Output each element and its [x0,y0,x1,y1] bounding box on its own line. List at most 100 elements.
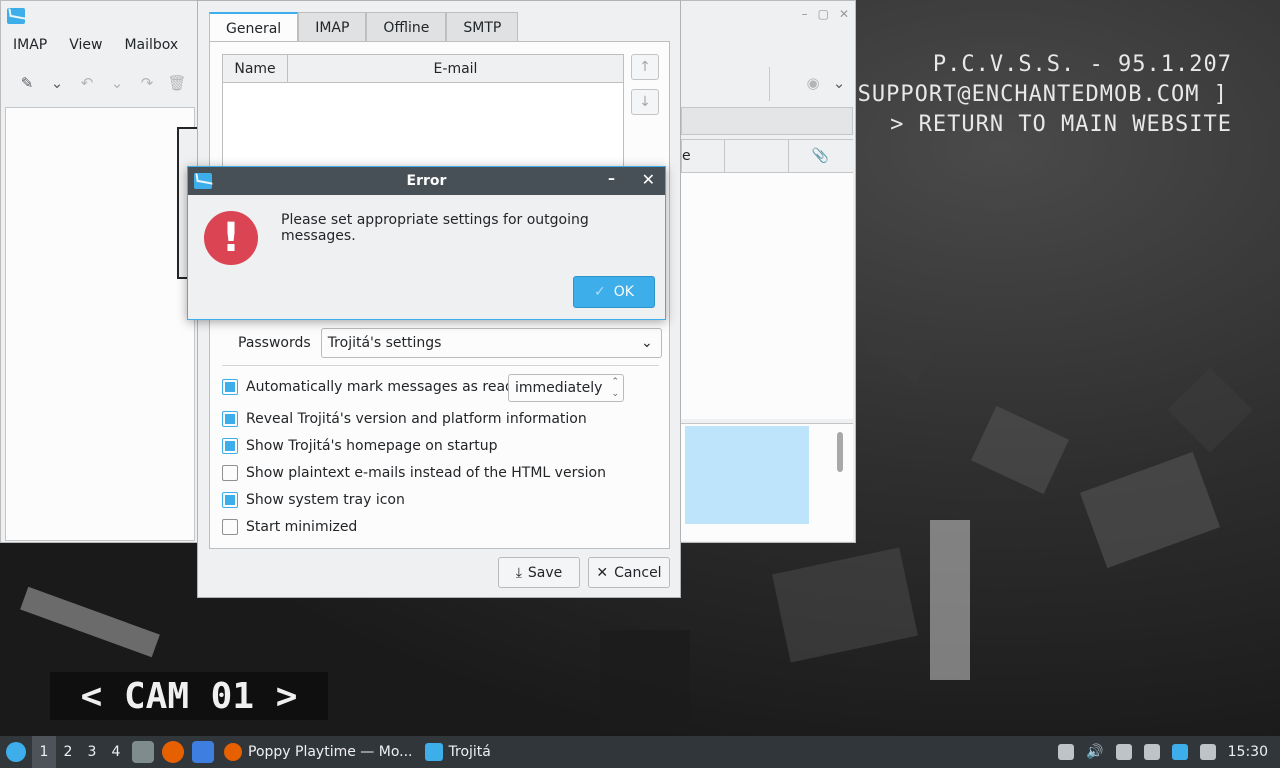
start-menu-button[interactable] [0,736,32,768]
option-label: Start minimized [246,519,358,535]
task-firefox[interactable]: Poppy Playtime — Mo... [218,736,419,768]
checkbox-plaintext[interactable] [222,465,238,481]
desktop-switch-3[interactable]: 3 [80,736,104,768]
folder-pane[interactable] [5,107,195,541]
option-start-minimized[interactable]: Start minimized [222,519,357,535]
error-title: Error [406,173,447,189]
error-icon: ! [204,211,258,265]
menu-mailbox[interactable]: Mailbox [124,37,178,53]
option-label: Automatically mark messages as read [246,379,514,395]
message-preview[interactable] [681,423,853,541]
tab-imap[interactable]: IMAP [298,12,367,42]
identities-table[interactable]: Name E-mail [222,54,624,174]
wallpaper-shape [600,630,690,730]
mail-tray-icon[interactable] [1199,744,1216,760]
tab-offline[interactable]: Offline [366,12,447,42]
attachment-icon[interactable]: 📎 [788,139,852,173]
maximize-icon[interactable]: ▢ [818,7,829,21]
desktop-switch-4[interactable]: 4 [104,736,128,768]
checkmark-icon: ✓ [594,284,606,300]
option-mark-read[interactable]: Automatically mark messages as read [222,379,514,395]
menu-imap[interactable]: IMAP [13,37,47,53]
spinbox-arrows[interactable]: ⌃ ⌄ [611,376,619,400]
minimize-icon[interactable]: – [608,171,615,187]
menu-view[interactable]: View [69,37,102,53]
preview-scrollbar[interactable] [837,432,843,472]
updates-icon[interactable] [1171,744,1188,760]
cancel-button[interactable]: ✕ Cancel [588,557,670,588]
close-icon[interactable]: ✕ [839,7,849,21]
checkbox-tray-icon[interactable] [222,492,238,508]
clock[interactable]: 15:30 [1228,744,1268,760]
show-desktop-icon[interactable] [192,741,214,763]
arrow-down-icon: ↓ [639,94,651,110]
trojita-app-icon [424,743,443,761]
column-header-partial[interactable]: e [682,148,724,164]
option-label: Reveal Trojitá's version and platform in… [246,411,587,427]
notes-icon[interactable] [1115,744,1132,760]
column-header-email[interactable]: E-mail [288,55,623,82]
chevron-down-icon[interactable]: ⌄ [827,71,851,95]
passwords-select[interactable]: Trojitá's settings ⌄ [320,328,662,358]
desktop-switch-2[interactable]: 2 [56,736,80,768]
close-icon: ✕ [596,564,609,581]
ok-label: OK [613,284,634,300]
passwords-select-value: Trojitá's settings [327,335,442,351]
save-button[interactable]: ⤓ Save [498,557,580,588]
network-icon[interactable]: ◉ [801,71,825,95]
task-label: Poppy Playtime — Mo... [248,744,413,760]
file-manager-icon[interactable] [132,741,154,763]
close-icon[interactable]: ✕ [642,170,655,189]
wallpaper-shape [1167,367,1253,453]
arrow-up-icon: ↑ [639,59,651,75]
checkbox-show-homepage[interactable] [222,438,238,454]
ok-button[interactable]: ✓ OK [573,276,655,308]
passwords-label: Passwords [238,335,311,351]
divider [222,365,659,366]
reply-icon[interactable]: ↶ [75,71,99,95]
option-label: Show system tray icon [246,492,405,508]
message-search-bar[interactable] [681,107,853,135]
option-label: Show Trojitá's homepage on startup [246,438,498,454]
forward-icon[interactable]: ↷ [135,71,159,95]
option-reveal-version[interactable]: Reveal Trojitá's version and platform in… [222,411,587,427]
wallpaper-shape [20,586,160,658]
wallpaper-shape [1079,451,1221,569]
volume-icon[interactable]: 🔊 [1086,744,1103,760]
option-plaintext[interactable]: Show plaintext e-mails instead of the HT… [222,465,606,481]
network-icon[interactable] [1143,744,1160,760]
checkbox-start-minimized[interactable] [222,519,238,535]
minimize-icon[interactable]: – [802,7,808,21]
desktop-switch-1[interactable]: 1 [32,736,56,768]
trojita-app-icon [194,173,212,189]
tab-general[interactable]: General [209,12,299,43]
system-tray: 🔊 15:30 [1058,736,1280,768]
column-header-name[interactable]: Name [223,55,288,82]
option-tray-icon[interactable]: Show system tray icon [222,492,405,508]
save-label: Save [527,564,563,581]
cctv-overlay-line: > RETURN TO MAIN WEBSITE [890,112,1232,137]
checkbox-reveal-version[interactable] [222,411,238,427]
download-icon: ⤓ [515,564,522,581]
settings-tabs: General IMAP Offline SMTP [209,12,519,43]
wallpaper-shape [864,317,936,383]
trash-icon[interactable]: 🗑 [165,71,189,95]
mark-read-spinbox[interactable]: immediately ⌃ ⌄ [508,374,624,402]
error-titlebar[interactable]: Error – ✕ [188,167,665,195]
message-list[interactable] [681,173,853,419]
clipboard-icon[interactable] [1058,744,1075,760]
chevron-down-icon[interactable]: ⌄ [45,71,69,95]
checkbox-mark-read[interactable] [222,379,238,395]
column-header[interactable] [724,139,788,173]
preview-selection [685,426,809,524]
move-down-button[interactable]: ↓ [631,89,659,115]
firefox-icon[interactable] [162,741,184,763]
compose-icon[interactable]: ✎ [15,71,39,95]
option-show-homepage[interactable]: Show Trojitá's homepage on startup [222,438,498,454]
chevron-down-icon[interactable]: ⌄ [105,71,129,95]
tab-smtp[interactable]: SMTP [446,12,519,42]
move-up-button[interactable]: ↑ [631,54,659,80]
mark-read-value: immediately [515,380,603,396]
wallpaper-shape [930,520,970,680]
task-trojita[interactable]: Trojitá [419,736,497,768]
